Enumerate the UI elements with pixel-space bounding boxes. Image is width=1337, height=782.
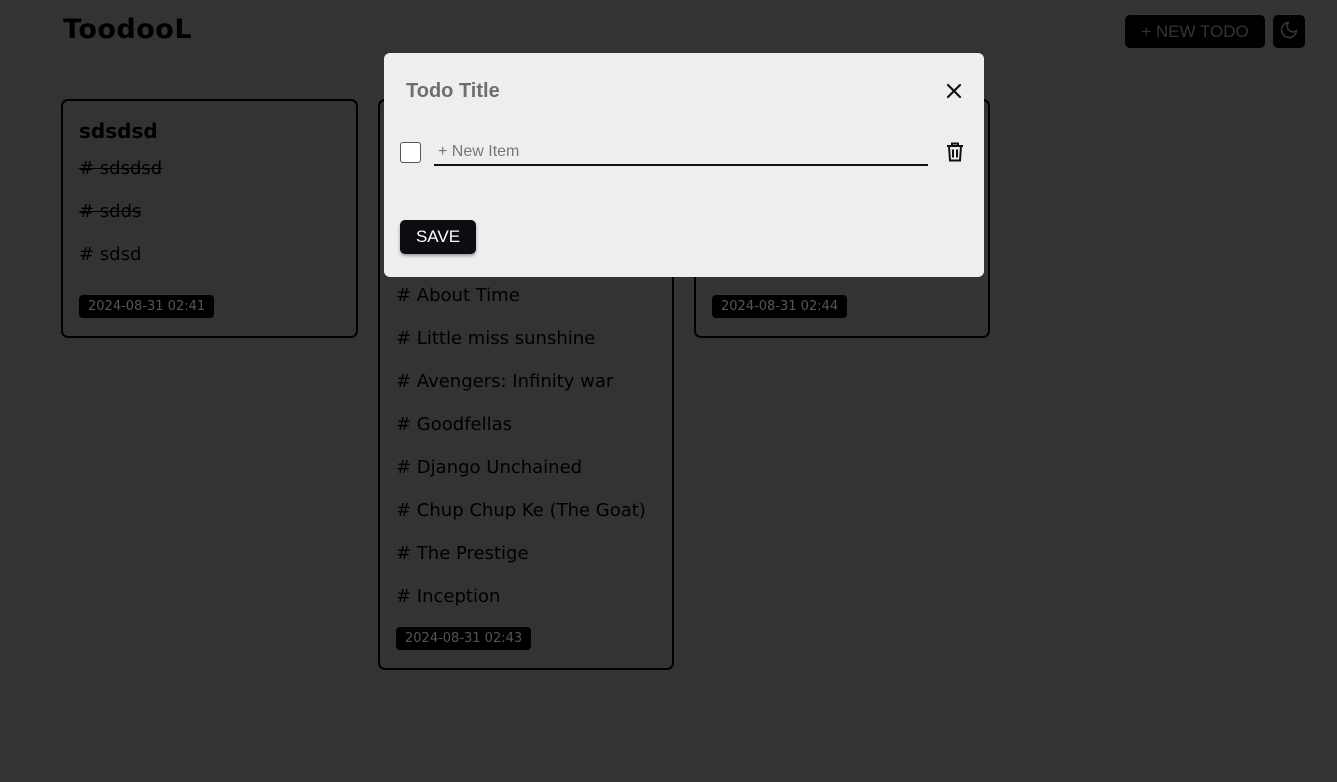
todo-card[interactable]: sdsdsd # sdsdsd # sdds # sdsd 2024-08-31… bbox=[61, 99, 358, 338]
new-todo-button[interactable]: + NEW TODO bbox=[1125, 15, 1265, 48]
todo-item: # Goodfellas bbox=[396, 414, 513, 435]
date-badge: 2024-08-31 02:44 bbox=[712, 295, 848, 318]
todo-item: # The Prestige bbox=[396, 543, 529, 564]
card-title: sdsdsd bbox=[79, 119, 158, 143]
todo-item: # Little miss sunshine bbox=[396, 328, 596, 349]
todo-item: # sdsdsd bbox=[79, 158, 163, 179]
date-badge: 2024-08-31 02:41 bbox=[79, 295, 215, 318]
new-item-input[interactable] bbox=[434, 139, 928, 166]
todo-item: # Inception bbox=[396, 586, 501, 607]
modal-title[interactable]: Todo Title bbox=[406, 80, 500, 103]
todo-item: # sdds bbox=[79, 201, 142, 222]
todo-item: # About Time bbox=[396, 285, 520, 306]
todo-item: # Chup Chup Ke (The Goat) bbox=[396, 500, 646, 521]
todo-item: # Django Unchained bbox=[396, 457, 583, 478]
moon-icon bbox=[1279, 20, 1299, 44]
todo-item: # sdsd bbox=[79, 244, 142, 265]
close-icon[interactable] bbox=[942, 79, 966, 103]
theme-toggle-button[interactable] bbox=[1273, 15, 1305, 48]
item-checkbox[interactable] bbox=[400, 142, 421, 163]
todo-modal: Todo Title SAVE bbox=[384, 53, 984, 277]
save-button[interactable]: SAVE bbox=[400, 220, 476, 254]
app-logo: ToodooL bbox=[63, 14, 193, 45]
date-badge: 2024-08-31 02:43 bbox=[396, 627, 532, 650]
todo-item: # Avengers: Infinity war bbox=[396, 371, 614, 392]
trash-icon[interactable] bbox=[944, 141, 966, 163]
